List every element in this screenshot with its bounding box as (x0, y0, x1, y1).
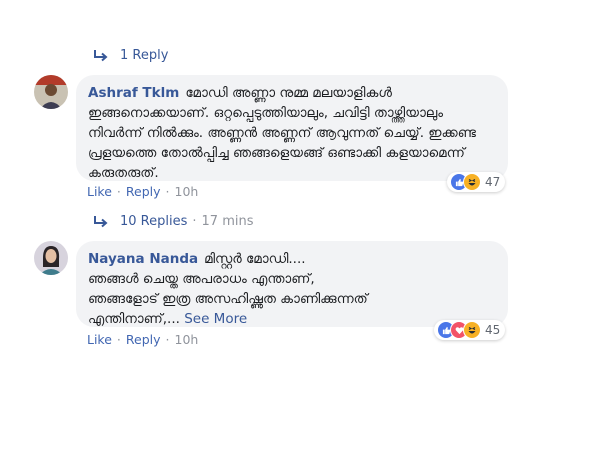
haha-icon (463, 321, 481, 339)
reply-button[interactable]: Reply (126, 332, 161, 347)
reply-arrow-icon (94, 49, 108, 61)
replies-count-label: 10 Replies (120, 214, 188, 229)
see-more-link[interactable]: See More (184, 311, 247, 327)
replies-time: 17 mins (201, 214, 254, 229)
haha-icon (463, 173, 481, 191)
reaction-count: 47 (485, 175, 501, 189)
reply-button[interactable]: Reply (126, 184, 161, 199)
comment-actions: Like · Reply · 10h (87, 184, 198, 199)
separator-dot: · (165, 332, 170, 347)
reply-arrow-icon (94, 215, 108, 227)
avatar[interactable] (34, 241, 68, 275)
like-button[interactable]: Like (87, 332, 112, 347)
like-button[interactable]: Like (87, 184, 112, 199)
reaction-count: 45 (485, 323, 501, 337)
timestamp[interactable]: 10h (175, 332, 199, 347)
comment-bubble: Ashraf Tklm മോഡി അണ്ണാ നുമ്മ മലയാളികൾ ഇങ്… (76, 75, 508, 181)
view-replies-link[interactable]: 1 Reply (92, 48, 168, 63)
avatar[interactable] (34, 75, 68, 109)
comment-bubble: Nayana Nanda മിസ്റ്റർ മോഡി.... ഞങ്ങൾ ചെയ്… (76, 241, 508, 327)
comment-text-line: ഞങ്ങൾ ചെയ്ത അപരാധം എന്താണ്, (88, 271, 315, 287)
separator-dot: · (165, 184, 170, 199)
comment-author[interactable]: Nayana Nanda (88, 251, 198, 267)
profile-photo-icon (34, 241, 68, 275)
profile-photo-icon (34, 75, 68, 109)
timestamp[interactable]: 10h (175, 184, 199, 199)
comment-text-line: മിസ്റ്റർ മോഡി.... (204, 251, 306, 267)
view-replies-link[interactable]: 10 Replies · 17 mins (92, 214, 253, 229)
comment-text-line: ഞങ്ങളോട് ഇത്ര അസഹിഷ്ണുത കാണിക്കുന്നത് (88, 291, 368, 307)
comment-text-line: എന്തിനാണ്,... (88, 311, 180, 327)
separator-dot: · (116, 184, 121, 199)
comment-actions: Like · Reply · 10h (87, 332, 198, 347)
replies-count-label: 1 Reply (120, 48, 169, 63)
separator-dot: · (192, 214, 197, 229)
reactions-summary[interactable]: 45 (434, 320, 506, 340)
reactions-summary[interactable]: 47 (447, 172, 506, 192)
comment-author[interactable]: Ashraf Tklm (88, 85, 179, 101)
separator-dot: · (116, 332, 121, 347)
